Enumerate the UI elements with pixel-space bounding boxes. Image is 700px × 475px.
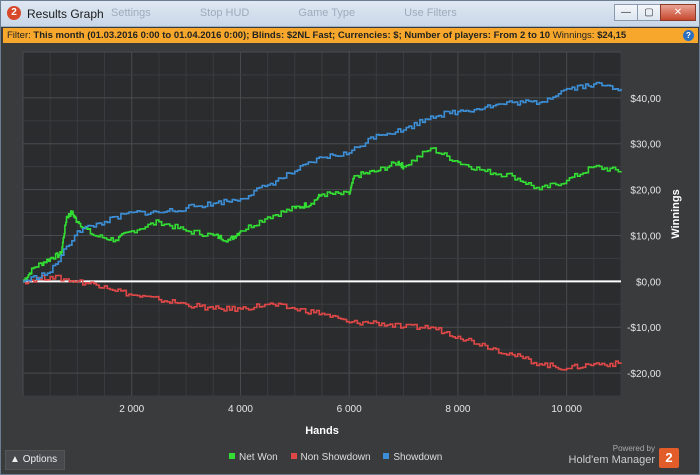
x-axis-label: Hands <box>305 425 339 437</box>
x-tick-label: 6 000 <box>337 404 362 415</box>
winnings-label: Winnings: <box>552 30 595 41</box>
window-title: Results Graph <box>27 7 104 21</box>
options-icon: ▲ <box>10 454 20 465</box>
results-chart: 2 000 4 000 6 000 8 000 10 000 $40,00 $30,00 $2… <box>1 44 700 444</box>
legend-label: Net Won <box>239 452 278 463</box>
filter-text: This month (01.03.2016 0:00 to 01.04.201… <box>33 30 551 41</box>
title-bar[interactable]: 2 Results Graph Settings Stop HUD Game T… <box>1 1 699 27</box>
legend-swatch <box>383 453 390 459</box>
options-button[interactable]: ▲ Options <box>5 450 65 470</box>
filter-bar[interactable]: Filter: This month (01.03.2016 0:00 to 0… <box>3 28 698 43</box>
background-toolbar: Settings Stop HUD Game Type Use Filters <box>111 7 503 19</box>
ghost-toolbar-item: Use Filters <box>404 7 457 19</box>
legend-swatch <box>229 453 235 459</box>
y-tick-label: $0,00 <box>636 277 661 288</box>
results-graph-window: 2 Results Graph Settings Stop HUD Game T… <box>0 0 700 475</box>
maximize-button[interactable]: ▢ <box>637 4 661 21</box>
brand-name: Hold'em Manager <box>568 454 655 466</box>
y-tick-label: -$20,00 <box>627 369 661 380</box>
legend-swatch <box>290 453 297 459</box>
x-tick-label: 10 000 <box>551 404 582 415</box>
close-icon: ✕ <box>673 7 683 18</box>
y-tick-label: $10,00 <box>630 231 661 242</box>
legend-label: Showdown <box>393 452 443 463</box>
brand-block: Powered by Hold'em Manager 2 <box>568 444 691 472</box>
x-tick-label: 4 000 <box>228 404 253 415</box>
filter-label: Filter: <box>7 30 31 41</box>
minimize-button[interactable]: — <box>614 4 638 21</box>
legend-label: Non Showdown <box>300 452 371 463</box>
y-tick-label: $30,00 <box>630 140 661 151</box>
y-tick-label: -$10,00 <box>627 323 661 334</box>
y-tick-label: $40,00 <box>630 94 661 105</box>
legend-item-non-showdown[interactable]: Non Showdown <box>290 452 374 463</box>
ghost-toolbar-item: Stop HUD <box>199 7 250 19</box>
winnings-value: $24,15 <box>597 30 627 41</box>
brand-logo-icon: 2 <box>659 448 679 468</box>
y-tick-label: $20,00 <box>630 186 661 197</box>
app-logo-icon: 2 <box>7 6 21 20</box>
minimize-icon: — <box>621 7 631 18</box>
chart-svg: 2 000 4 000 6 000 8 000 10 000 $40,00 $30,00 $2… <box>22 51 682 437</box>
close-button[interactable]: ✕ <box>660 4 696 21</box>
maximize-icon: ▢ <box>644 7 654 18</box>
ghost-toolbar-item: Game Type <box>298 7 356 19</box>
chart-legend: Net Won Non Showdown Showdown <box>229 452 452 463</box>
powered-by-text: Powered by <box>612 444 655 453</box>
x-tick-label: 2 000 <box>119 404 144 415</box>
options-label: Options <box>22 454 58 465</box>
legend-item-showdown[interactable]: Showdown <box>383 452 442 463</box>
help-icon[interactable]: ? <box>683 30 694 41</box>
legend-item-net-won[interactable]: Net Won <box>229 452 281 463</box>
y-axis-label: Winnings <box>670 189 682 238</box>
x-tick-label: 8 000 <box>445 404 470 415</box>
ghost-toolbar-item: Settings <box>111 7 151 19</box>
